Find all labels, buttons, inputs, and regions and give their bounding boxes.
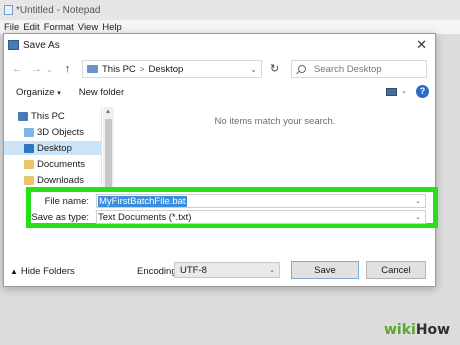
save-button[interactable]: Save bbox=[291, 261, 359, 279]
breadcrumb-this-pc[interactable]: This PC bbox=[102, 64, 136, 75]
tree-item-downloads[interactable]: Downloads bbox=[4, 173, 101, 187]
tree-item-label: This PC bbox=[31, 110, 65, 122]
documents-icon bbox=[24, 159, 34, 169]
organize-caret-icon: ▾ bbox=[57, 89, 61, 97]
tree-item-label: Downloads bbox=[37, 174, 84, 186]
file-name-row: File name: MyFirstBatchFile.bat ⌄ bbox=[31, 194, 433, 208]
command-toolbar: Organize ▾ New folder ⌄ ? bbox=[4, 82, 435, 102]
folder-icon bbox=[87, 65, 98, 73]
encoding-value: UTF-8 bbox=[180, 264, 207, 276]
dialog-footer: ▲ Hide Folders Encoding: UTF-8 ⌄ Save Ca… bbox=[4, 255, 435, 287]
breadcrumb-desktop[interactable]: Desktop bbox=[148, 64, 183, 75]
computer-icon bbox=[18, 111, 28, 121]
notepad-icon bbox=[4, 5, 13, 15]
save-type-row: Save as type: Text Documents (*.txt) ⌄ bbox=[31, 210, 433, 224]
file-name-label: File name: bbox=[44, 195, 89, 207]
refresh-icon[interactable]: ↻ bbox=[270, 62, 279, 75]
save-type-label: Save as type: bbox=[31, 211, 89, 223]
save-type-select[interactable]: Text Documents (*.txt) ⌄ bbox=[96, 210, 426, 224]
tree-item-3d-objects[interactable]: 3D Objects bbox=[4, 125, 101, 139]
notepad-title: *Untitled - Notepad bbox=[16, 4, 101, 16]
hide-folders-button[interactable]: ▲ Hide Folders bbox=[10, 266, 75, 277]
back-arrow-icon[interactable]: ← bbox=[12, 63, 23, 75]
address-dropdown-icon[interactable]: ⌄ bbox=[250, 65, 257, 74]
search-icon bbox=[298, 65, 306, 73]
chevron-down-icon: ⌄ bbox=[269, 267, 275, 274]
filename-highlight-box: File name: MyFirstBatchFile.bat ⌄ Save a… bbox=[26, 187, 438, 228]
menu-format[interactable]: Format bbox=[44, 22, 74, 33]
new-folder-button[interactable]: New folder bbox=[79, 87, 124, 98]
up-arrow-icon[interactable]: ↑ bbox=[65, 63, 71, 75]
empty-folder-message: No items match your search. bbox=[214, 116, 336, 127]
save-as-dialog: Save As ✕ ← → ⌄ ↑ This PC > Desktop ⌄ ↻ … bbox=[3, 33, 436, 287]
downloads-icon bbox=[24, 175, 34, 185]
tree-item-label: 3D Objects bbox=[37, 126, 84, 138]
cancel-button[interactable]: Cancel bbox=[366, 261, 426, 279]
forward-arrow-icon[interactable]: → bbox=[31, 63, 42, 75]
menu-view[interactable]: View bbox=[78, 22, 98, 33]
view-options-icon[interactable] bbox=[386, 88, 397, 96]
chevron-down-icon[interactable]: ⌄ bbox=[415, 213, 421, 221]
wikihow-watermark: wikiHow bbox=[384, 322, 451, 338]
desktop-icon bbox=[24, 143, 34, 153]
tree-item-documents[interactable]: Documents bbox=[4, 157, 101, 171]
help-icon[interactable]: ? bbox=[416, 85, 429, 98]
file-name-input[interactable]: MyFirstBatchFile.bat ⌄ bbox=[96, 194, 426, 208]
tree-item-label: Desktop bbox=[37, 142, 72, 154]
encoding-label: Encoding: bbox=[137, 266, 180, 277]
navigation-bar: ← → ⌄ ↑ This PC > Desktop ⌄ ↻ Search Des… bbox=[4, 56, 435, 82]
menu-edit[interactable]: Edit bbox=[23, 22, 39, 33]
menu-file[interactable]: File bbox=[4, 22, 19, 33]
close-button[interactable]: ✕ bbox=[416, 37, 427, 53]
view-dropdown-icon[interactable]: ⌄ bbox=[401, 87, 407, 95]
caret-up-icon: ▲ bbox=[10, 267, 18, 276]
organize-label: Organize bbox=[16, 86, 55, 98]
address-bar[interactable]: This PC > Desktop ⌄ bbox=[82, 60, 262, 78]
notepad-menubar: File Edit Format View Help bbox=[0, 20, 460, 34]
encoding-select[interactable]: UTF-8 ⌄ bbox=[174, 262, 280, 278]
save-dialog-icon bbox=[8, 40, 19, 50]
organize-button[interactable]: Organize ▾ bbox=[16, 87, 61, 98]
file-name-value: MyFirstBatchFile.bat bbox=[98, 195, 187, 207]
menu-help[interactable]: Help bbox=[102, 22, 122, 33]
tree-item-desktop[interactable]: Desktop bbox=[4, 141, 101, 155]
tree-item-label: Documents bbox=[37, 158, 86, 170]
tree-item-this-pc[interactable]: This PC bbox=[4, 109, 101, 123]
search-placeholder: Search Desktop bbox=[314, 63, 382, 75]
dialog-titlebar: Save As ✕ bbox=[4, 34, 435, 56]
search-input[interactable]: Search Desktop bbox=[291, 60, 427, 78]
breadcrumb-separator-icon: > bbox=[139, 64, 145, 74]
chevron-down-icon[interactable]: ⌄ bbox=[415, 197, 421, 205]
dialog-title: Save As bbox=[23, 39, 60, 51]
3d-objects-icon bbox=[24, 127, 34, 137]
save-type-value: Text Documents (*.txt) bbox=[98, 211, 192, 223]
notepad-titlebar: *Untitled - Notepad bbox=[0, 0, 460, 20]
scroll-up-icon[interactable]: ▲ bbox=[105, 109, 111, 115]
hide-folders-label: Hide Folders bbox=[20, 266, 75, 277]
recent-locations-dropdown-icon[interactable]: ⌄ bbox=[46, 65, 53, 74]
